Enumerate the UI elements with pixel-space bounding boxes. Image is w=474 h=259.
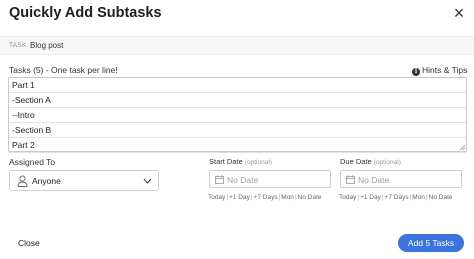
due-quick-no-date[interactable]: No Date — [429, 194, 453, 201]
start-quick-plus-7-days[interactable]: +7 Days — [254, 194, 278, 201]
start-quick-today[interactable]: Today — [208, 194, 225, 201]
due-date-label-text: Due Date — [340, 157, 372, 166]
start-date-quick-options: Today|+1 Day|+7 Days|Mon|No Date — [208, 194, 322, 201]
task-line[interactable]: Part 2 — [9, 138, 466, 153]
start-quick-no-date[interactable]: No Date — [298, 194, 322, 201]
due-quick-mon[interactable]: Mon — [412, 194, 425, 201]
start-quick-mon[interactable]: Mon — [281, 194, 294, 201]
chevron-down-icon — [143, 178, 152, 184]
task-tag: TASK — [9, 42, 27, 49]
calendar-icon — [346, 175, 355, 184]
due-date-placeholder: No Date — [358, 175, 390, 185]
dialog-header: Quickly Add Subtasks × — [0, 0, 474, 30]
due-quick-plus-7-days[interactable]: +7 Days — [385, 194, 409, 201]
close-button[interactable]: Close — [18, 238, 40, 248]
calendar-icon — [215, 175, 224, 184]
person-icon — [17, 175, 28, 187]
hints-link[interactable]: i Hints & Tips — [412, 65, 467, 76]
assigned-label: Assigned To — [9, 157, 56, 167]
info-icon: i — [412, 68, 420, 76]
start-date-placeholder: No Date — [227, 175, 259, 185]
task-line[interactable]: Part 1 — [9, 78, 466, 93]
parent-task-name: Blog post — [30, 41, 64, 50]
due-date-input[interactable]: No Date — [340, 170, 462, 188]
due-quick-plus-1-day[interactable]: +1 Day — [360, 194, 381, 201]
assignee-select[interactable]: Anyone — [9, 170, 159, 191]
task-line[interactable]: --Intro — [9, 108, 466, 123]
due-date-optional: (optional) — [373, 159, 401, 166]
task-line[interactable]: -Section A — [9, 93, 466, 108]
start-date-label: Start Date (optional) — [209, 157, 272, 166]
hints-label: Hints & Tips — [422, 65, 468, 75]
parent-task-bar: TASK Blog post — [0, 36, 474, 55]
start-date-label-text: Start Date — [209, 157, 243, 166]
dialog-title: Quickly Add Subtasks — [9, 5, 162, 21]
due-quick-today[interactable]: Today — [339, 194, 356, 201]
close-icon[interactable]: × — [450, 3, 468, 23]
task-line[interactable]: -Section B — [9, 123, 466, 138]
due-date-quick-options: Today|+1 Day|+7 Days|Mon|No Date — [339, 194, 453, 201]
tasks-textarea[interactable]: Part 1 -Section A --Intro -Section B Par… — [8, 77, 467, 153]
tasks-label: Tasks (5) - One task per line! — [9, 65, 118, 75]
add-tasks-button[interactable]: Add 5 Tasks — [398, 234, 464, 252]
due-date-label: Due Date (optional) — [340, 157, 401, 166]
start-quick-plus-1-day[interactable]: +1 Day — [229, 194, 250, 201]
resize-grip-icon[interactable] — [459, 144, 465, 150]
start-date-optional: (optional) — [244, 159, 272, 166]
start-date-input[interactable]: No Date — [209, 170, 331, 188]
assignee-value: Anyone — [32, 176, 61, 186]
